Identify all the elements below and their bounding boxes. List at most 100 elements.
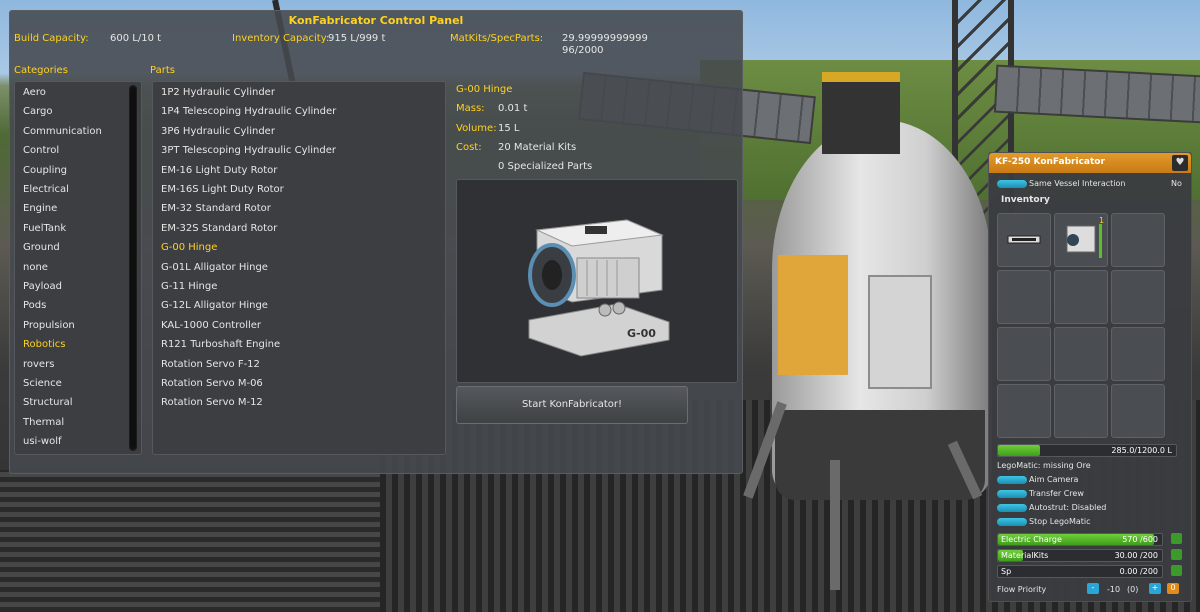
inventory-slot[interactable] (1111, 384, 1165, 438)
part-item[interactable]: G-01L Alligator Hinge (161, 262, 268, 273)
hinge-model-image: G-00 (528, 219, 670, 357)
inventory-slot[interactable]: 1 (1054, 213, 1108, 267)
flow-plus-button[interactable]: + (1149, 583, 1161, 594)
categories-list[interactable]: Aero Cargo Communication Control Coupling Ele… (14, 81, 142, 455)
resource-bar: Electric Charge 570 /600 (997, 533, 1163, 546)
model-label: G-00 (627, 327, 656, 340)
category-item[interactable]: Cargo (23, 106, 53, 117)
resource-bar: Sp 0.00 /200 (997, 565, 1163, 578)
inventory-slot[interactable] (1054, 270, 1108, 324)
matkits-label: MatKits/SpecParts: (450, 33, 544, 44)
inventory-slot[interactable] (1111, 213, 1165, 267)
part-item[interactable]: 3P6 Hydraulic Cylinder (161, 126, 275, 137)
inventory-slot[interactable] (1054, 384, 1108, 438)
legomatic-status: LegoMatic: missing Ore (997, 461, 1091, 470)
part-preview: G-00 (456, 179, 738, 383)
action-toggle[interactable] (997, 504, 1027, 512)
inventory-volume-bar: 285.0/1200.0 L (997, 444, 1177, 457)
category-item[interactable]: Electrical (23, 184, 69, 195)
vessel-hatch (868, 275, 932, 389)
build-capacity-value: 600 L/10 t (110, 33, 162, 44)
vessel-top-module (822, 72, 900, 154)
resource-amount: 0.00 /200 (1119, 567, 1158, 576)
strut-item-icon (1007, 235, 1041, 244)
flow-badge[interactable]: 0 (1167, 583, 1179, 594)
part-item[interactable]: 1P4 Telescoping Hydraulic Cylinder (161, 106, 336, 117)
part-item[interactable]: 1P2 Hydraulic Cylinder (161, 87, 275, 98)
category-item[interactable]: Ground (23, 242, 60, 253)
category-item[interactable]: Coupling (23, 165, 67, 176)
action-toggle[interactable] (997, 476, 1027, 484)
action-label[interactable]: Transfer Crew (1029, 489, 1084, 498)
resource-transfer-button[interactable] (1171, 549, 1182, 560)
konfabricator-control-panel: KonFabricator Control Panel Build Capaci… (9, 10, 743, 474)
inventory-slot[interactable] (997, 327, 1051, 381)
action-label[interactable]: Autostrut: Disabled (1029, 503, 1106, 512)
categories-scroll-thumb[interactable] (130, 87, 136, 449)
vessel-leg (830, 460, 840, 590)
parts-list[interactable]: 1P2 Hydraulic Cylinder 1P4 Telescoping Hy… (152, 81, 446, 455)
categories-scrollbar[interactable] (129, 85, 137, 451)
action-toggle[interactable] (997, 518, 1027, 526)
category-item[interactable]: Thermal (23, 417, 64, 428)
panel-title: KonFabricator Control Panel (288, 14, 464, 27)
part-item[interactable]: G-12L Alligator Hinge (161, 300, 268, 311)
category-item[interactable]: Payload (23, 281, 62, 292)
parts-header: Parts (150, 65, 175, 76)
inventory-window-header[interactable]: KF-250 KonFabricator ♥ (989, 153, 1191, 173)
resource-amount: 30.00 /200 (1114, 551, 1158, 560)
resource-bar: MaterialKits 30.00 /200 (997, 549, 1163, 562)
part-item[interactable]: EM-32 Standard Rotor (161, 203, 271, 214)
category-item[interactable]: FuelTank (23, 223, 66, 234)
detail-part-name: G-00 Hinge (456, 84, 513, 95)
category-item[interactable]: rovers (23, 359, 54, 370)
category-item[interactable]: Communication (23, 126, 102, 137)
part-item[interactable]: G-11 Hinge (161, 281, 217, 292)
part-item[interactable]: EM-32S Standard Rotor (161, 223, 277, 234)
cost-value: 20 Material Kits (498, 142, 577, 153)
part-item[interactable]: EM-16 Light Duty Rotor (161, 165, 277, 176)
category-item[interactable]: Robotics (23, 339, 66, 350)
part-item[interactable]: Rotation Servo M-06 (161, 378, 263, 389)
part-item[interactable]: Rotation Servo M-12 (161, 397, 263, 408)
resource-transfer-button[interactable] (1171, 533, 1182, 544)
same-vessel-label: Same Vessel Interaction (1029, 179, 1126, 188)
category-item[interactable]: Pods (23, 300, 46, 311)
part-item[interactable]: 3PT Telescoping Hydraulic Cylinder (161, 145, 336, 156)
part-item[interactable]: Rotation Servo F-12 (161, 359, 260, 370)
specparts-value: 96/2000 (562, 45, 604, 56)
inventory-slot[interactable] (1111, 327, 1165, 381)
inventory-slot[interactable] (1111, 270, 1165, 324)
vessel-stripe (778, 255, 848, 375)
category-item[interactable]: Control (23, 145, 59, 156)
action-label[interactable]: Aim Camera (1029, 475, 1078, 484)
inventory-slot[interactable] (997, 384, 1051, 438)
flow-priority-label: Flow Priority (997, 585, 1047, 594)
pin-icon[interactable]: ♥ (1172, 155, 1188, 171)
same-vessel-toggle[interactable] (997, 180, 1027, 188)
category-item[interactable]: Propulsion (23, 320, 75, 331)
category-item[interactable]: none (23, 262, 48, 273)
flow-minus-button[interactable]: - (1087, 583, 1099, 594)
inventory-slot[interactable] (997, 270, 1051, 324)
category-item[interactable]: Science (23, 378, 62, 389)
part-item[interactable]: EM-16S Light Duty Rotor (161, 184, 284, 195)
action-label[interactable]: Stop LegoMatic (1029, 517, 1091, 526)
matkits-value: 29.99999999999 (562, 33, 648, 44)
action-toggle[interactable] (997, 490, 1027, 498)
category-item[interactable]: Aero (23, 87, 46, 98)
inventory-slot[interactable] (997, 213, 1051, 267)
resource-transfer-button[interactable] (1171, 565, 1182, 576)
category-item[interactable]: Engine (23, 203, 57, 214)
category-item[interactable]: usi-wolf (23, 436, 62, 447)
part-item[interactable]: KAL-1000 Controller (161, 320, 261, 331)
part-item[interactable]: R121 Turboshaft Engine (161, 339, 280, 350)
cost-value-specialized: 0 Specialized Parts (498, 161, 593, 172)
volume-label: Volume: (456, 123, 497, 134)
inventory-slot[interactable] (1054, 327, 1108, 381)
start-konfabricator-button[interactable]: Start KonFabricator! (456, 386, 688, 424)
resource-amount: 570 /600 (1122, 535, 1158, 544)
flow-value: -10 (1107, 585, 1121, 594)
category-item[interactable]: Structural (23, 397, 73, 408)
part-item[interactable]: G-00 Hinge (161, 242, 217, 253)
